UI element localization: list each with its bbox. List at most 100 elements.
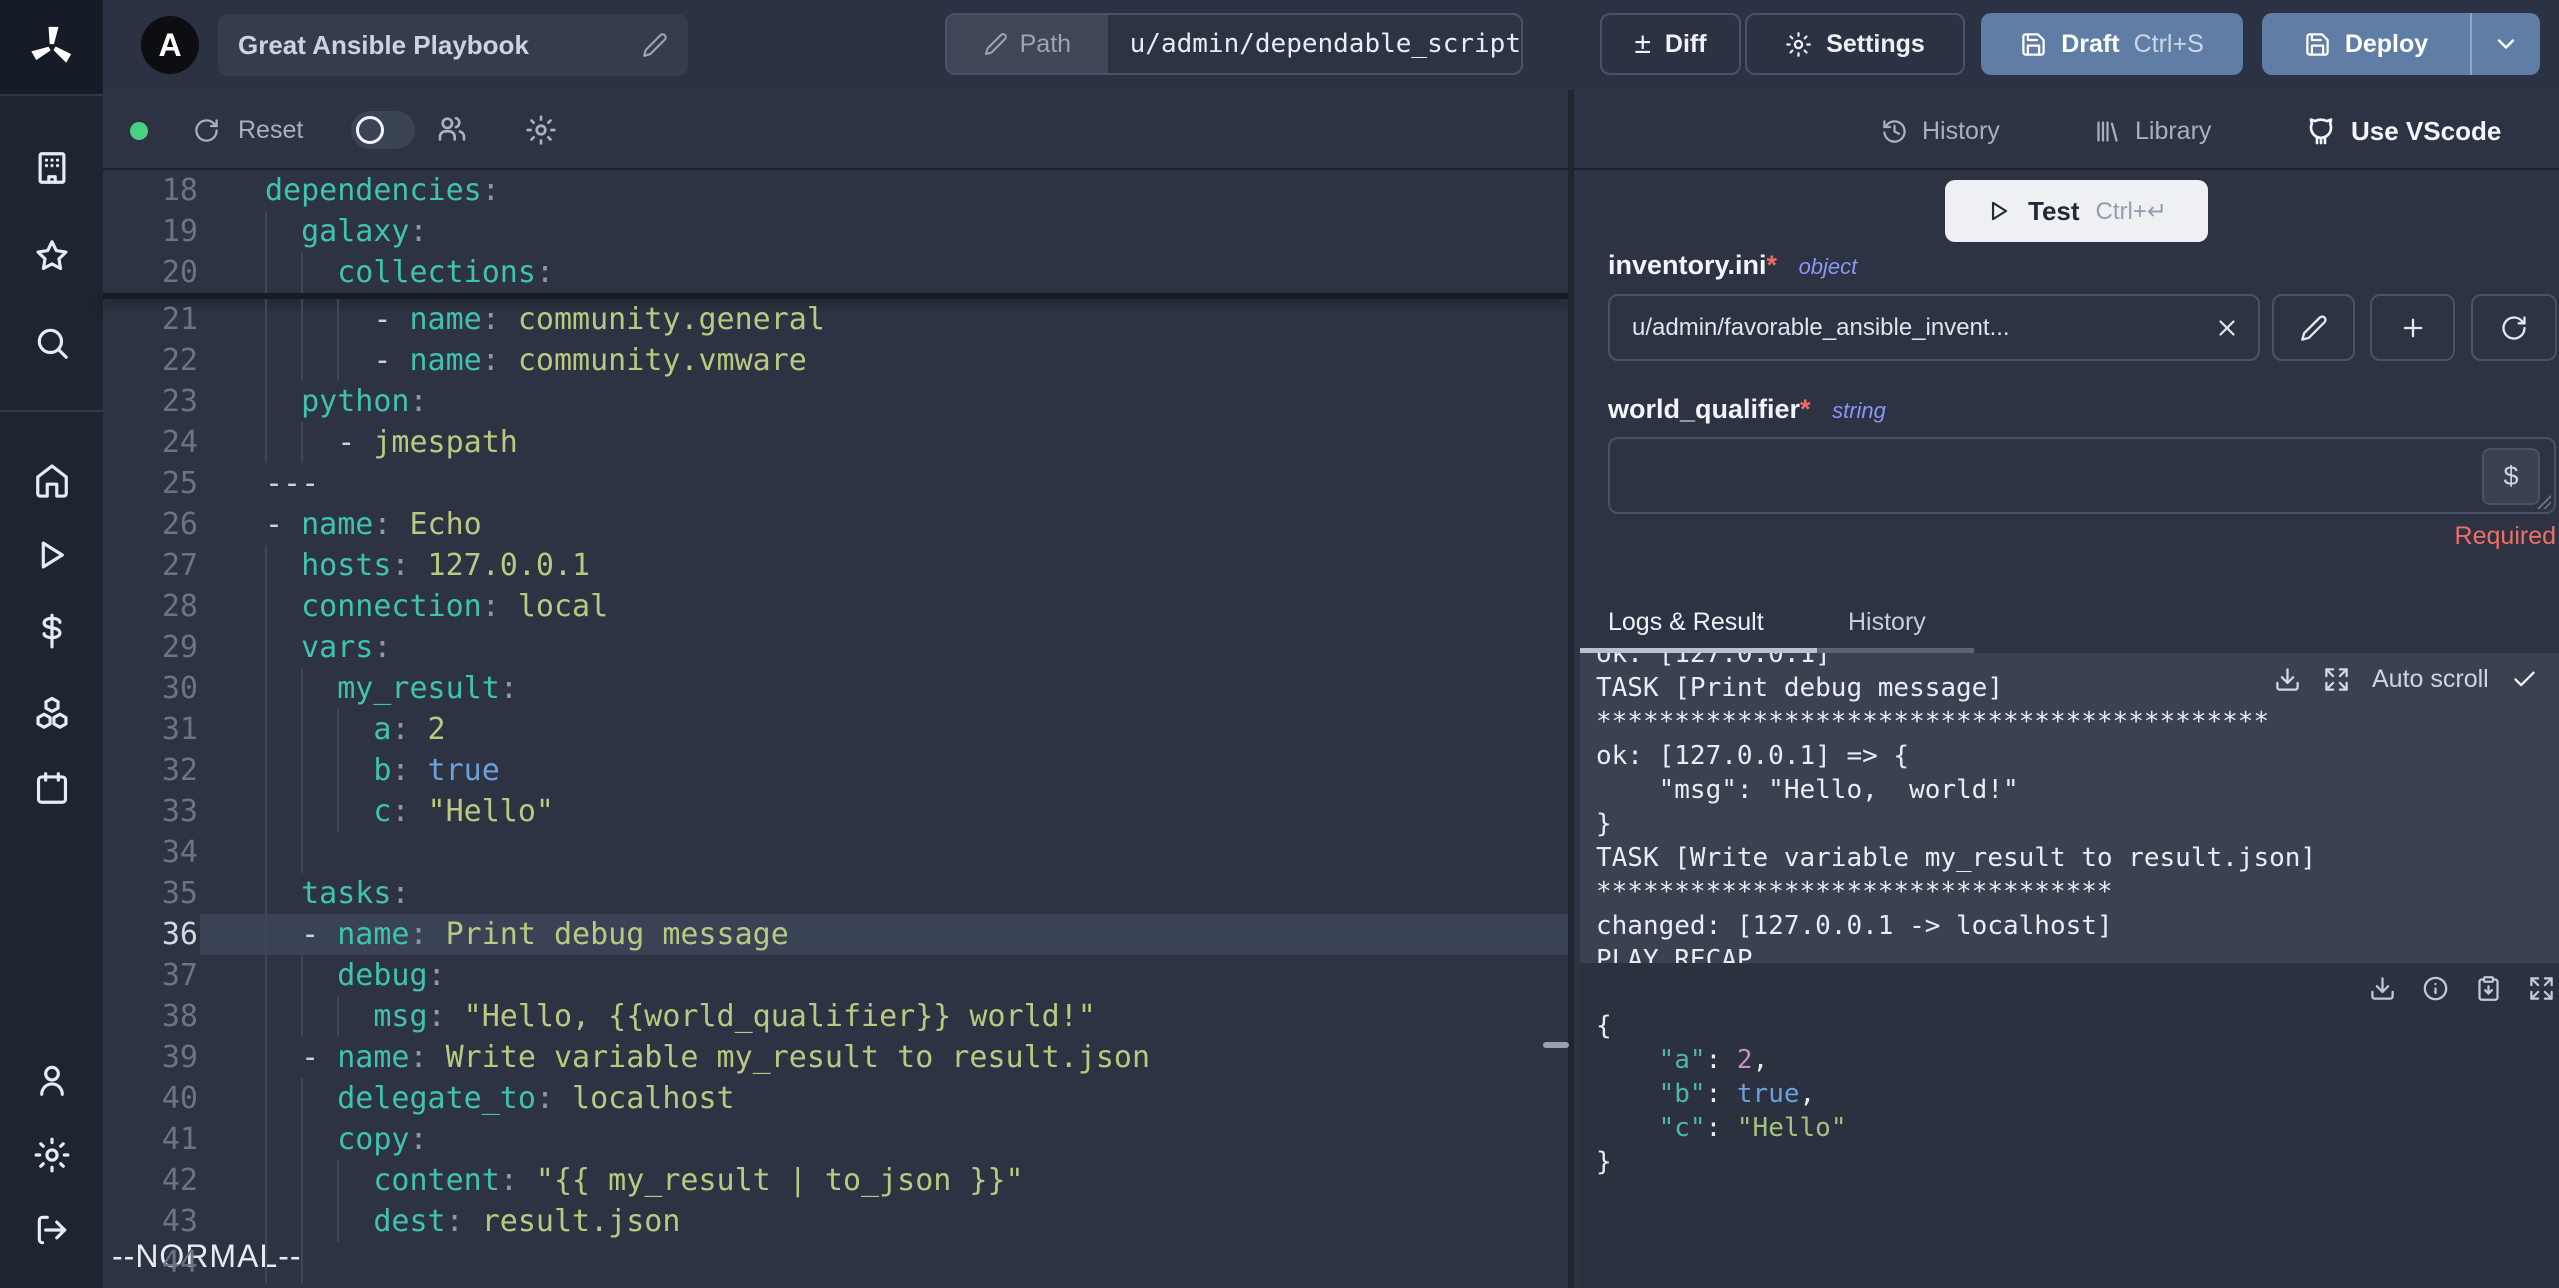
code-line[interactable]: a: 2 <box>200 709 1568 750</box>
code-line[interactable]: b: true <box>200 750 1568 791</box>
sidebar-item-logout-icon[interactable] <box>33 1211 71 1249</box>
deploy-options-button[interactable] <box>2470 13 2540 75</box>
world-qualifier-input[interactable]: $ <box>1608 437 2556 514</box>
code-line[interactable]: - name: community.vmware <box>200 340 1568 381</box>
sidebar-item-resources-icon[interactable] <box>33 694 71 732</box>
refresh-icon <box>2500 314 2528 342</box>
code-line[interactable]: msg: "Hello, {{world_qualifier}} world!" <box>200 996 1568 1037</box>
code-line[interactable]: hosts: 127.0.0.1 <box>200 545 1568 586</box>
info-icon[interactable] <box>2422 975 2449 1002</box>
settings-button[interactable]: Settings <box>1745 13 1965 75</box>
deploy-split-button: Deploy <box>2262 13 2540 75</box>
sidebar-item-search-icon[interactable] <box>33 324 71 362</box>
path-field[interactable]: Path u/admin/dependable_script <box>945 13 1523 75</box>
sidebar <box>0 0 103 1288</box>
autoscroll-check-icon[interactable] <box>2511 666 2538 693</box>
diff-button[interactable]: ± Diff <box>1600 13 1741 75</box>
insert-variable-button[interactable]: $ <box>2482 448 2540 505</box>
draft-label: Draft <box>2061 29 2120 58</box>
history-button[interactable]: History <box>1881 112 2000 150</box>
draft-button[interactable]: Draft Ctrl+S <box>1981 13 2243 75</box>
code-line[interactable]: --- <box>200 463 1568 504</box>
result-json: { "a": 2, "b": true, "c": "Hello"} <box>1596 1011 1847 1177</box>
edit-name-icon[interactable] <box>642 32 668 58</box>
expand-logs-icon[interactable] <box>2323 666 2350 693</box>
line-number: 24 <box>161 425 198 460</box>
resize-grip[interactable] <box>2537 495 2551 509</box>
play-icon <box>1986 198 2012 224</box>
logs-output: ok: [127.0.0.1] TASK [Print debug messag… <box>1580 653 2559 963</box>
path-label-segment: Path <box>947 15 1108 73</box>
expand-result-icon[interactable] <box>2528 975 2555 1002</box>
inventory-field-label: inventory.ini* object <box>1608 250 1857 281</box>
deploy-button[interactable]: Deploy <box>2262 13 2470 75</box>
download-result-icon[interactable] <box>2369 975 2396 1002</box>
code-line[interactable]: dependencies: <box>200 170 1568 211</box>
sidebar-item-account-icon[interactable] <box>33 1061 71 1099</box>
tab-history[interactable]: History <box>1848 608 1926 637</box>
code-line[interactable] <box>200 1242 1568 1283</box>
download-logs-icon[interactable] <box>2274 666 2301 693</box>
code-line[interactable]: collections: <box>200 252 1568 293</box>
script-name-input[interactable]: Great Ansible Playbook <box>218 14 688 76</box>
code-line[interactable]: content: "{{ my_result | to_json }}" <box>200 1160 1568 1201</box>
line-number: 43 <box>161 1204 198 1239</box>
world-qualifier-name: world_qualifier <box>1608 394 1801 424</box>
line-number: 39 <box>161 1040 198 1075</box>
use-vscode-button[interactable]: Use VScode <box>2305 112 2501 150</box>
code-line[interactable]: python: <box>200 381 1568 422</box>
clear-icon[interactable] <box>2214 315 2240 341</box>
app-logo-button[interactable] <box>0 0 103 96</box>
code-line[interactable]: tasks: <box>200 873 1568 914</box>
sidebar-item-workspace-icon[interactable] <box>33 149 71 187</box>
tab-logs-result[interactable]: Logs & Result <box>1608 608 1764 637</box>
test-button[interactable]: Test Ctrl+↵ <box>1945 180 2208 242</box>
script-name-value: Great Ansible Playbook <box>238 29 529 60</box>
edit-resource-button[interactable] <box>2272 294 2355 361</box>
assistant-toggle[interactable] <box>351 111 415 149</box>
line-number: 19 <box>161 214 198 249</box>
sidebar-item-schedules-icon[interactable] <box>33 769 71 807</box>
line-number: 23 <box>161 384 198 419</box>
collaborators-icon[interactable] <box>436 114 468 146</box>
reset-button[interactable]: Reset <box>193 110 303 150</box>
code-line[interactable]: copy: <box>200 1119 1568 1160</box>
sidebar-item-favorites-icon[interactable] <box>33 237 71 275</box>
line-number: 27 <box>161 548 198 583</box>
code-line[interactable]: dest: result.json <box>200 1201 1568 1242</box>
code-line[interactable] <box>200 832 1568 873</box>
status-dot <box>130 122 148 140</box>
copy-result-icon[interactable] <box>2475 975 2502 1002</box>
reset-icon <box>193 117 220 144</box>
chevron-down-icon <box>2492 30 2520 58</box>
line-number: 22 <box>161 343 198 378</box>
pencil-icon <box>2300 314 2328 342</box>
code-line[interactable]: - name: Echo <box>200 504 1568 545</box>
code-line[interactable]: galaxy: <box>200 211 1568 252</box>
sidebar-item-home-icon[interactable] <box>33 462 71 500</box>
code-line[interactable]: debug: <box>200 955 1568 996</box>
world-qualifier-type: string <box>1832 398 1886 423</box>
add-resource-button[interactable] <box>2370 294 2455 361</box>
code-line[interactable]: - name: Print debug message <box>200 914 1568 955</box>
library-button[interactable]: Library <box>2094 112 2211 150</box>
sidebar-item-runs-icon[interactable] <box>33 536 71 574</box>
code-line[interactable]: vars: <box>200 627 1568 668</box>
code-line[interactable]: connection: local <box>200 586 1568 627</box>
code-line[interactable]: - name: Write variable my_result to resu… <box>200 1037 1568 1078</box>
sidebar-item-variables-icon[interactable] <box>33 612 71 650</box>
code-line[interactable]: my_result: <box>200 668 1568 709</box>
editor-settings-icon[interactable] <box>525 114 557 146</box>
code-line[interactable]: - name: community.general <box>200 299 1568 340</box>
sidebar-item-settings-icon[interactable] <box>33 1136 71 1174</box>
path-value: u/admin/dependable_script <box>1129 29 1521 59</box>
code-line[interactable]: c: "Hello" <box>200 791 1568 832</box>
sidebar-divider <box>0 410 103 412</box>
inventory-resource-input[interactable]: u/admin/favorable_ansible_invent... <box>1608 294 2260 361</box>
code-line[interactable]: - jmespath <box>200 422 1568 463</box>
code-line[interactable]: delegate_to: localhost <box>200 1078 1568 1119</box>
editor-toolbar: Reset History Library Use VScode <box>103 90 2559 170</box>
refresh-resource-button[interactable] <box>2471 294 2557 361</box>
app-window: A Great Ansible Playbook Path u/admin/de… <box>0 0 2559 1288</box>
required-error-text: Required <box>2454 522 2556 550</box>
